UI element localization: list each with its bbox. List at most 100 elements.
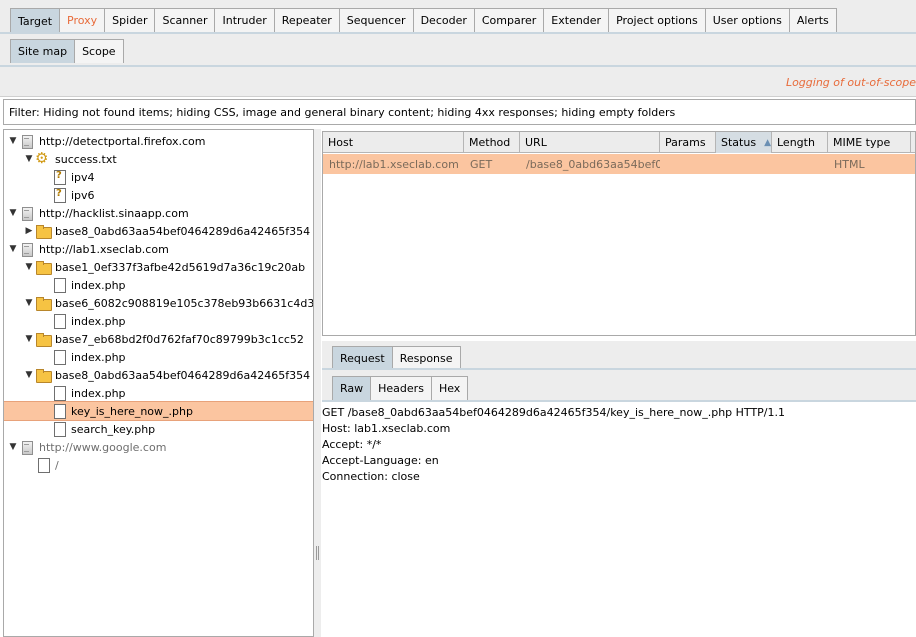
tab-spider[interactable]: Spider — [104, 8, 156, 32]
cell-params — [660, 154, 716, 174]
request-header-accept-language: Accept-Language: en — [322, 454, 439, 467]
tab-request[interactable]: Request — [332, 346, 393, 370]
tab-sequencer[interactable]: Sequencer — [338, 8, 414, 32]
tree-node-folder[interactable]: ▶ base8_0abd63aa54bef0464289d6a42465f354 — [4, 222, 313, 240]
tab-scanner[interactable]: Scanner — [154, 8, 216, 32]
table-header: Host Method URL Params Status ▲ Length M… — [323, 132, 915, 153]
expanded-arrow-icon[interactable]: ▼ — [7, 442, 19, 452]
expanded-arrow-icon[interactable]: ▼ — [23, 334, 35, 344]
tree-node-label: base8_0abd63aa54bef0464289d6a42465f354 — [55, 368, 311, 382]
message-view-tab-bar: Raw Headers Hex — [322, 370, 916, 401]
table-row-selected[interactable]: http://lab1.xseclab.com GET /base8_0abd6… — [323, 154, 915, 174]
column-url[interactable]: URL — [520, 132, 660, 153]
site-map-table[interactable]: Host Method URL Params Status ▲ Length M… — [322, 131, 916, 336]
column-host[interactable]: Host — [323, 132, 464, 153]
tab-alerts[interactable]: Alerts — [788, 8, 837, 32]
tree-node-file[interactable]: ipv6 — [4, 186, 313, 204]
file-icon — [51, 403, 67, 419]
tree-node-file-selected[interactable]: key_is_here_now_.php — [4, 401, 313, 421]
logging-bar: Logging of out-of-scope — [0, 67, 916, 97]
tree-node-file[interactable]: index.php — [4, 312, 313, 330]
expanded-arrow-icon[interactable]: ▼ — [7, 208, 19, 218]
tree-node-file[interactable]: ▼ success.txt — [4, 149, 313, 168]
tab-extender[interactable]: Extender — [543, 8, 610, 32]
tab-user-options[interactable]: User options — [704, 8, 790, 32]
tab-response[interactable]: Response — [391, 346, 461, 370]
cell-status — [716, 154, 772, 174]
file-icon — [35, 457, 51, 473]
tree-node-label: http://hacklist.sinaapp.com — [39, 206, 189, 220]
host-icon — [19, 205, 35, 221]
tree-node-label: http://www.google.com — [39, 440, 167, 454]
file-icon — [51, 385, 67, 401]
expanded-arrow-icon[interactable]: ▼ — [7, 244, 19, 254]
host-icon — [19, 439, 35, 455]
tree-node-host[interactable]: ▼ http://detectportal.firefox.com — [4, 132, 313, 150]
panel-splitter[interactable] — [314, 129, 321, 637]
tab-intruder[interactable]: Intruder — [214, 8, 275, 32]
host-icon — [19, 241, 35, 257]
tab-raw[interactable]: Raw — [332, 376, 372, 400]
tree-node-file[interactable]: / — [4, 456, 313, 474]
expanded-arrow-icon[interactable]: ▼ — [23, 154, 35, 164]
collapsed-arrow-icon[interactable]: ▶ — [23, 226, 35, 236]
cell-method: GET — [470, 157, 493, 171]
unknown-file-icon — [51, 187, 67, 203]
tab-repeater[interactable]: Repeater — [273, 8, 340, 32]
tab-scope[interactable]: Scope — [74, 39, 124, 63]
tab-comparer[interactable]: Comparer — [473, 8, 545, 32]
tree-node-host[interactable]: ▼ http://hacklist.sinaapp.com — [4, 204, 313, 222]
tab-hex[interactable]: Hex — [430, 376, 469, 400]
folder-icon — [35, 223, 52, 239]
tree-node-folder[interactable]: ▼ base6_6082c908819e105c378eb93b6631c4d3 — [4, 294, 313, 312]
tree-node-label: ipv4 — [71, 170, 95, 184]
host-icon — [19, 133, 35, 149]
expanded-arrow-icon[interactable]: ▼ — [23, 298, 35, 308]
splitter-grip-icon[interactable] — [316, 546, 319, 560]
tab-decoder[interactable]: Decoder — [412, 8, 475, 32]
tree-node-host-out-of-scope[interactable]: ▼ http://www.google.com — [4, 438, 313, 456]
site-map-tree[interactable]: ▼ http://detectportal.firefox.com ▼ succ… — [3, 129, 314, 637]
tree-node-folder[interactable]: ▼ base8_0abd63aa54bef0464289d6a42465f354 — [4, 366, 313, 384]
tree-node-file[interactable]: ipv4 — [4, 168, 313, 186]
folder-icon — [35, 331, 52, 347]
request-header-host: Host: lab1.xseclab.com — [322, 422, 451, 435]
tab-proxy[interactable]: Proxy — [59, 8, 106, 32]
request-response-tab-bar: Request Response — [322, 341, 916, 370]
filter-bar[interactable]: Filter: Hiding not found items; hiding C… — [3, 99, 916, 125]
column-status-label: Status — [721, 136, 757, 149]
column-method[interactable]: Method — [464, 132, 520, 153]
expanded-arrow-icon[interactable]: ▼ — [23, 262, 35, 272]
expanded-arrow-icon[interactable]: ▼ — [23, 370, 35, 380]
sort-ascending-icon: ▲ — [764, 137, 771, 148]
file-icon — [51, 349, 67, 365]
tree-node-folder[interactable]: ▼ base1_0ef337f3afbe42d5619d7a36c19c20ab — [4, 258, 313, 276]
column-length[interactable]: Length — [772, 132, 828, 153]
tree-node-label: http://detectportal.firefox.com — [39, 134, 206, 148]
tree-node-file[interactable]: index.php — [4, 276, 313, 294]
tree-node-file[interactable]: index.php — [4, 348, 313, 366]
tree-node-label: success.txt — [55, 152, 117, 166]
cell-mime-type: HTML — [834, 157, 865, 171]
tab-target[interactable]: Target — [10, 8, 61, 33]
raw-request-editor[interactable]: GET /base8_0abd63aa54bef0464289d6a42465f… — [322, 405, 916, 485]
column-status[interactable]: Status ▲ — [716, 132, 772, 153]
tree-node-label: base8_0abd63aa54bef0464289d6a42465f354 — [55, 224, 311, 238]
tree-node-host[interactable]: ▼ http://lab1.xseclab.com — [4, 240, 313, 258]
unknown-file-icon — [51, 169, 67, 185]
tree-node-file[interactable]: index.php — [4, 384, 313, 402]
cell-host: http://lab1.xseclab.com — [329, 157, 459, 171]
expanded-arrow-icon[interactable]: ▼ — [7, 136, 19, 146]
tree-node-file[interactable]: search_key.php — [4, 420, 313, 438]
tab-project-options[interactable]: Project options — [608, 8, 706, 32]
tab-site-map[interactable]: Site map — [10, 39, 76, 63]
request-header-connection: Connection: close — [322, 470, 420, 483]
tree-node-label: http://lab1.xseclab.com — [39, 242, 169, 256]
tree-node-label: index.php — [71, 386, 126, 400]
tree-node-folder[interactable]: ▼ base7_eb68bd2f0d762faf70c89799b3c1cc52 — [4, 330, 313, 348]
tree-node-label: index.php — [71, 314, 126, 328]
column-params[interactable]: Params — [660, 132, 716, 153]
tab-headers[interactable]: Headers — [370, 376, 432, 400]
column-mime-type[interactable]: MIME type — [828, 132, 911, 153]
logging-out-of-scope-notice[interactable]: Logging of out-of-scope — [786, 76, 916, 89]
